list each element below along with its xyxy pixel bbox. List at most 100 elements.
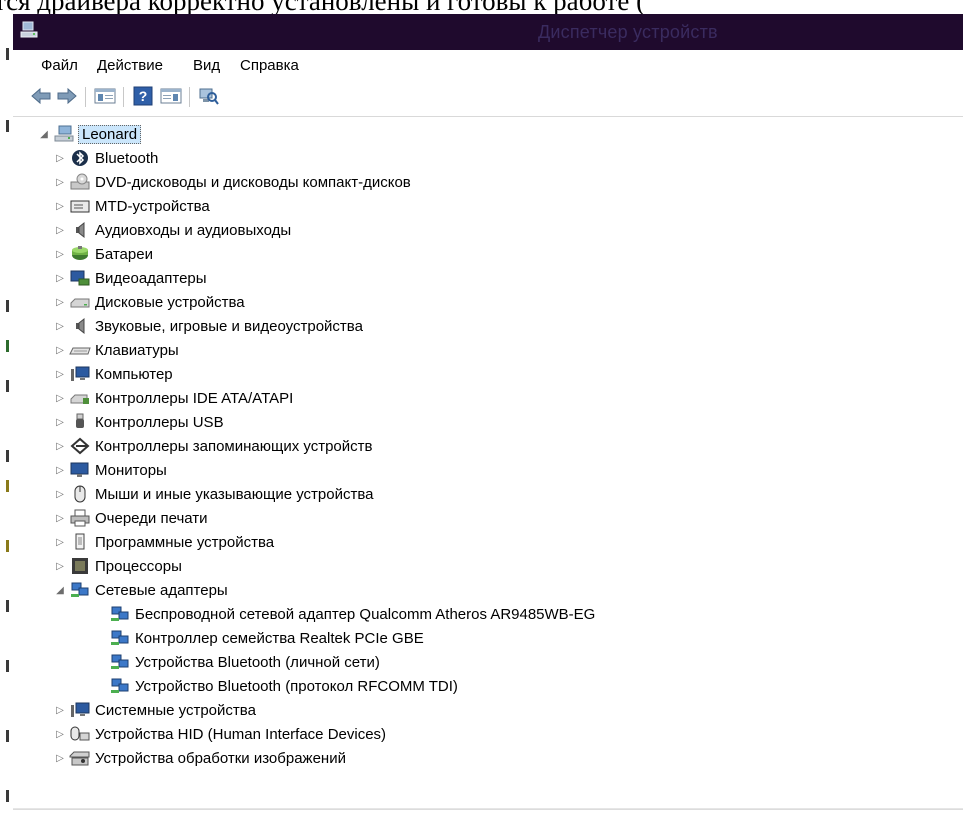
tree-item-label: Контроллеры запоминающих устройств xyxy=(95,437,373,455)
tree-child-realtek-controller[interactable]: Контроллер семейства Realtek PCIe GBE xyxy=(107,626,424,650)
tree-item-monitors[interactable]: ▷ Мониторы xyxy=(53,458,167,482)
tree-item-processors[interactable]: ▷ Процессоры xyxy=(53,554,182,578)
collapsed-caret-icon[interactable]: ▷ xyxy=(53,242,67,266)
network-adapter-icon xyxy=(109,604,131,624)
bluetooth-icon xyxy=(69,148,91,168)
tree-item-hid[interactable]: ▷ Устройства HID (Human Interface Device… xyxy=(53,722,386,746)
tree-item-software-devices[interactable]: ▷ Программные устройства xyxy=(53,530,274,554)
tree-child-wireless-adapter[interactable]: Беспроводной сетевой адаптер Qualcomm At… xyxy=(107,602,595,626)
scan-hardware-button[interactable] xyxy=(197,84,221,108)
tree-item-label: Контроллеры IDE ATA/ATAPI xyxy=(95,389,294,407)
usb-icon xyxy=(69,412,91,432)
tree-item-mice[interactable]: ▷ Мыши и иные указывающие устройства xyxy=(53,482,373,506)
sound-icon xyxy=(69,316,91,336)
show-hide-action-pane-button[interactable] xyxy=(159,84,183,108)
tree-item-usb-controllers[interactable]: ▷ Контроллеры USB xyxy=(53,410,224,434)
show-hide-console-tree-button[interactable] xyxy=(93,84,117,108)
tree-item-keyboards[interactable]: ▷ Клавиатуры xyxy=(53,338,179,362)
collapsed-caret-icon[interactable]: ▷ xyxy=(53,746,67,770)
back-button[interactable] xyxy=(29,84,53,108)
window-title: Диспетчер устройств xyxy=(538,22,718,42)
tree-item-imaging-devices[interactable]: ▷ Устройства обработки изображений xyxy=(53,746,346,770)
software-device-icon xyxy=(69,532,91,552)
tree-item-label: Устройства обработки изображений xyxy=(95,749,346,767)
tree-child-bluetooth-rfcomm[interactable]: Устройство Bluetooth (протокол RFCOMM TD… xyxy=(107,674,458,698)
title-bar[interactable]: Диспетчер устройств xyxy=(13,14,963,50)
tree-child-bluetooth-pan[interactable]: Устройства Bluetooth (личной сети) xyxy=(107,650,380,674)
tree-item-label: Компьютер xyxy=(95,365,173,383)
tree-item-label: Программные устройства xyxy=(95,533,275,551)
tree-item-label: Системные устройства xyxy=(95,701,256,719)
collapsed-caret-icon[interactable]: ▷ xyxy=(53,218,67,242)
collapsed-caret-icon[interactable]: ▷ xyxy=(53,434,67,458)
hid-icon xyxy=(69,724,91,744)
speaker-icon xyxy=(69,220,91,240)
collapsed-caret-icon[interactable]: ▷ xyxy=(53,290,67,314)
processor-icon xyxy=(69,556,91,576)
tree-child-label: Устройства Bluetooth (личной сети) xyxy=(135,653,380,671)
tree-item-storage-controllers[interactable]: ▷ Контроллеры запоминающих устройств xyxy=(53,434,372,458)
collapsed-caret-icon[interactable]: ▷ xyxy=(53,314,67,338)
toolbar: ? xyxy=(13,77,963,117)
tree-item-label: Мыши и иные указывающие устройства xyxy=(95,485,374,503)
keyboard-icon xyxy=(69,340,91,360)
collapsed-caret-icon[interactable]: ▷ xyxy=(53,722,67,746)
mouse-icon xyxy=(69,484,91,504)
collapsed-caret-icon[interactable]: ▷ xyxy=(53,698,67,722)
tree-child-label: Беспроводной сетевой адаптер Qualcomm At… xyxy=(135,605,596,623)
disk-drive-icon xyxy=(69,292,91,312)
tree-child-label: Контроллер семейства Realtek PCIe GBE xyxy=(135,629,424,647)
tree-item-audio-io[interactable]: ▷ Аудиовходы и аудиовыходы xyxy=(53,218,291,242)
collapsed-caret-icon[interactable]: ▷ xyxy=(53,194,67,218)
forward-button[interactable] xyxy=(55,84,79,108)
collapsed-caret-icon[interactable]: ▷ xyxy=(53,458,67,482)
menu-view[interactable]: Вид xyxy=(193,57,220,74)
tree-item-label: Очереди печати xyxy=(95,509,208,527)
scan-hardware-icon xyxy=(199,88,219,105)
tree-item-label: Клавиатуры xyxy=(95,341,179,359)
tree-item-system-devices[interactable]: ▷ Системные устройства xyxy=(53,698,256,722)
tree-item-batteries[interactable]: ▷ Батареи xyxy=(53,242,153,266)
forward-arrow-icon xyxy=(57,87,77,105)
tree-item-sound-devices[interactable]: ▷ Звуковые, игровые и видеоустройства xyxy=(53,314,363,338)
tree-item-bluetooth[interactable]: ▷ Bluetooth xyxy=(53,146,158,170)
menu-file[interactable]: Файл xyxy=(41,57,78,74)
collapsed-caret-icon[interactable]: ▷ xyxy=(53,554,67,578)
tree-item-ide-controllers[interactable]: ▷ Контроллеры IDE ATA/ATAPI xyxy=(53,386,293,410)
collapsed-caret-icon[interactable]: ▷ xyxy=(53,338,67,362)
expanded-caret-icon[interactable]: ◢ xyxy=(37,122,51,146)
toolbar-separator xyxy=(189,87,190,107)
menu-action[interactable]: Действие xyxy=(97,57,163,74)
tree-item-network-adapters[interactable]: ◢ Сетевые адаптеры xyxy=(53,578,228,602)
tree-item-label: Аудиовходы и аудиовыходы xyxy=(95,221,292,239)
tree-item-label: Дисковые устройства xyxy=(95,293,245,311)
tree-item-display-adapters[interactable]: ▷ Видеоадаптеры xyxy=(53,266,206,290)
collapsed-caret-icon[interactable]: ▷ xyxy=(53,530,67,554)
tree-item-label: Мониторы xyxy=(95,461,167,479)
show-hide-action-pane-icon xyxy=(160,88,182,104)
tree-item-disk-drives[interactable]: ▷ Дисковые устройства xyxy=(53,290,245,314)
toolbar-separator xyxy=(85,87,86,107)
background-edge xyxy=(0,40,13,814)
tree-item-label: MTD-устройства xyxy=(95,197,210,215)
tree-item-print-queues[interactable]: ▷ Очереди печати xyxy=(53,506,208,530)
tree-item-computer[interactable]: ▷ Компьютер xyxy=(53,362,173,386)
tree-root[interactable]: ◢ Leonard xyxy=(37,122,142,146)
collapsed-caret-icon[interactable]: ▷ xyxy=(53,146,67,170)
collapsed-caret-icon[interactable]: ▷ xyxy=(53,482,67,506)
menu-help[interactable]: Справка xyxy=(240,57,299,74)
storage-controller-icon xyxy=(69,436,91,456)
collapsed-caret-icon[interactable]: ▷ xyxy=(53,506,67,530)
tree-item-label: Контроллеры USB xyxy=(95,413,224,431)
expanded-caret-icon[interactable]: ◢ xyxy=(53,578,67,602)
back-arrow-icon xyxy=(31,87,51,105)
collapsed-caret-icon[interactable]: ▷ xyxy=(53,170,67,194)
collapsed-caret-icon[interactable]: ▷ xyxy=(53,386,67,410)
tree-item-mtd[interactable]: ▷ MTD-устройства xyxy=(53,194,210,218)
help-button[interactable]: ? xyxy=(131,84,155,108)
collapsed-caret-icon[interactable]: ▷ xyxy=(53,410,67,434)
display-adapter-icon xyxy=(69,268,91,288)
tree-item-dvd[interactable]: ▷ DVD-дисководы и дисководы компакт-диск… xyxy=(53,170,411,194)
collapsed-caret-icon[interactable]: ▷ xyxy=(53,266,67,290)
collapsed-caret-icon[interactable]: ▷ xyxy=(53,362,67,386)
